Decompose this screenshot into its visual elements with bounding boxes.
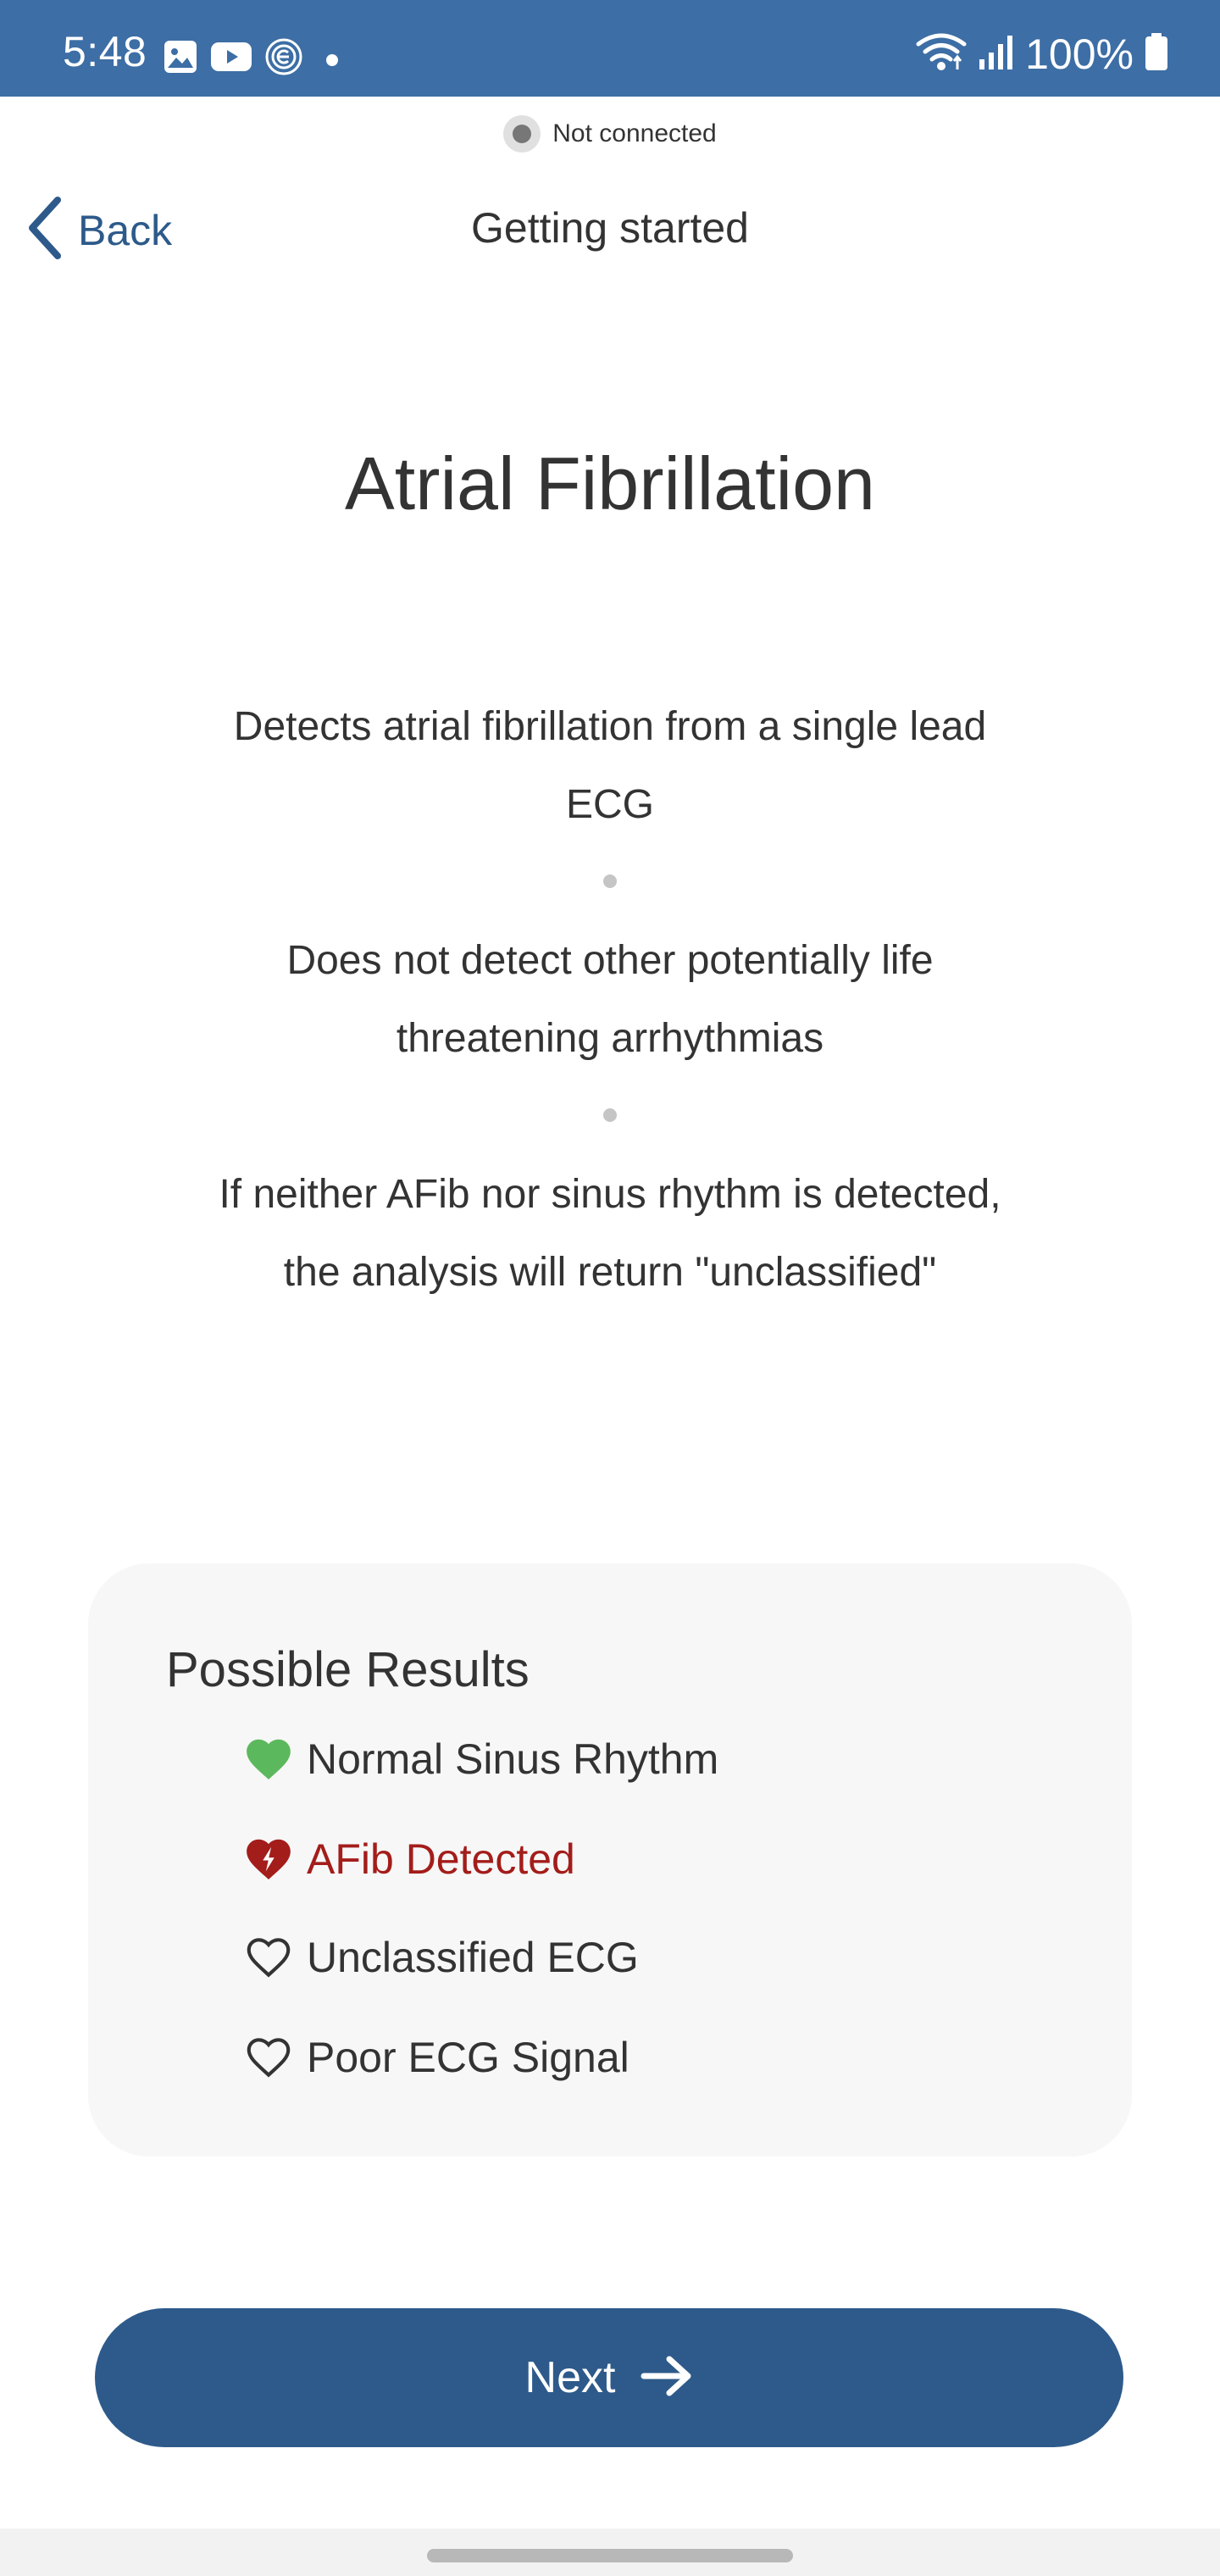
green-heart-icon <box>242 1733 295 1785</box>
arrow-right-icon <box>640 2355 693 2401</box>
next-button[interactable]: Next <box>95 2308 1123 2447</box>
status-icons-right: 100% <box>915 31 1169 77</box>
status-time: 5:48 <box>63 28 147 75</box>
result-afib-detected: AFib Detected <box>242 1833 575 1885</box>
wifi-icon <box>915 31 968 77</box>
result-poor-ecg-signal: Poor ECG Signal <box>242 2031 629 2084</box>
description-1: Detects atrial fibrillation from a singl… <box>233 704 987 827</box>
navigation-bar <box>0 2529 1220 2576</box>
gallery-icon <box>163 39 198 79</box>
battery-icon <box>1144 32 1169 75</box>
result-label: AFib Detected <box>307 1835 575 1883</box>
main-title: Atrial Fibrillation <box>345 441 875 525</box>
connection-status-text: Not connected <box>552 119 717 147</box>
result-label: Normal Sinus Rhythm <box>307 1735 719 1783</box>
dot-icon <box>315 40 349 78</box>
separator-dot <box>603 874 617 888</box>
app-e-icon <box>264 37 303 80</box>
signal-icon <box>978 32 1015 75</box>
connection-indicator-icon <box>503 115 541 153</box>
battery-percent: 100% <box>1025 30 1134 78</box>
home-indicator[interactable] <box>427 2549 793 2562</box>
description-2: Does not detect other potentially life t… <box>286 938 934 1061</box>
status-icons-left <box>163 37 349 80</box>
page-title: Getting started <box>471 204 749 252</box>
youtube-icon <box>210 41 252 77</box>
heart-outline-icon <box>242 2031 295 2084</box>
results-title: Possible Results <box>166 1642 530 1697</box>
result-normal-sinus-rhythm: Normal Sinus Rhythm <box>242 1733 718 1785</box>
status-bar: 5:48 100% <box>0 0 1220 97</box>
afib-heart-icon <box>242 1833 295 1885</box>
next-label: Next <box>524 2353 616 2402</box>
result-unclassified-ecg: Unclassified ECG <box>242 1931 639 1984</box>
possible-results-card: Possible Results Normal Sinus Rhythm AFi… <box>88 1563 1132 2157</box>
description-3: If neither AFib nor sinus rhythm is dete… <box>219 1172 1001 1295</box>
result-label: Unclassified ECG <box>307 1934 639 1981</box>
separator-dot <box>603 1108 617 1122</box>
heart-outline-icon <box>242 1931 295 1984</box>
connection-status: Not connected <box>0 115 1220 153</box>
result-label: Poor ECG Signal <box>307 2034 629 2081</box>
